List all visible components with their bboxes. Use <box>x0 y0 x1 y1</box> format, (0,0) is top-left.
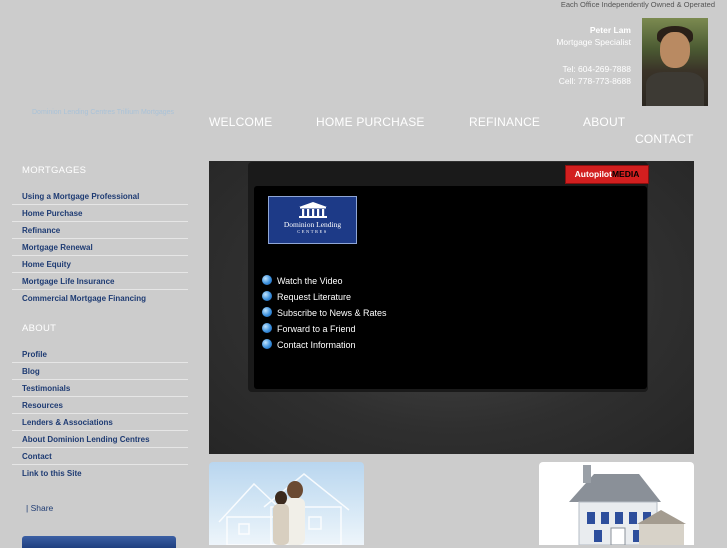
player-menu-item[interactable]: Contact Information <box>262 338 356 352</box>
logo-line-2: CENTRES <box>297 229 328 234</box>
player-menu-item[interactable]: Subscribe to News & Rates <box>262 306 387 320</box>
badge-suffix: MEDIA <box>611 169 640 179</box>
sidebar-item-home-purchase[interactable]: Home Purchase <box>12 205 188 222</box>
agent-cell: Cell: 778-773-8688 <box>558 76 631 86</box>
player-menu-label: Subscribe to News & Rates <box>277 308 387 318</box>
share-widget-bar[interactable] <box>22 536 176 548</box>
sidebar-item-blog[interactable]: Blog <box>12 363 188 380</box>
sidebar-item-link-to-this-site[interactable]: Link to this Site <box>12 465 188 481</box>
sidebar-item-mortgage-life-insurance[interactable]: Mortgage Life Insurance <box>12 273 188 290</box>
player-menu-item[interactable]: Request Literature <box>262 290 351 304</box>
sidebar-item-resources[interactable]: Resources <box>12 397 188 414</box>
agent-name: Peter Lam <box>589 25 631 35</box>
sidebar-about-list: Profile Blog Testimonials Resources Lend… <box>12 346 188 481</box>
sidebar-item-mortgage-renewal[interactable]: Mortgage Renewal <box>12 239 188 256</box>
agent-title: Mortgage Specialist <box>556 37 631 47</box>
house-model-photo <box>539 462 694 545</box>
nav-welcome[interactable]: WELCOME <box>209 115 272 129</box>
sidebar-item-testimonials[interactable]: Testimonials <box>12 380 188 397</box>
nav-contact[interactable]: CONTACT <box>635 132 694 146</box>
player-menu-label: Contact Information <box>277 340 356 350</box>
globe-bullet-icon <box>262 339 272 349</box>
sidebar-item-using-a-mortgage-professional[interactable]: Using a Mortgage Professional <box>12 188 188 205</box>
agent-photo <box>642 18 708 106</box>
dominion-lending-logo: Dominion Lending CENTRES <box>268 196 357 244</box>
office-tagline: Each Office Independently Owned & Operat… <box>560 0 715 9</box>
sidebar-item-profile[interactable]: Profile <box>12 346 188 363</box>
sidebar-item-refinance[interactable]: Refinance <box>12 222 188 239</box>
building-icon <box>298 202 327 218</box>
player-menu-item[interactable]: Forward to a Friend <box>262 322 356 336</box>
player-menu-label: Watch the Video <box>277 276 343 286</box>
sidebar-mortgages-list: Using a Mortgage Professional Home Purch… <box>12 188 188 306</box>
nav-about[interactable]: ABOUT <box>583 115 625 129</box>
badge-prefix: Autopilot <box>574 169 612 179</box>
autopilot-media-badge[interactable]: AutopilotMEDIA <box>565 165 649 184</box>
nav-home-purchase[interactable]: HOME PURCHASE <box>316 115 425 129</box>
agent-info: Peter Lam Mortgage Specialist Tel: 604-2… <box>556 24 631 87</box>
couple-house-photo <box>209 462 364 545</box>
logo-line-1: Dominion Lending <box>283 220 342 229</box>
player-menu-label: Request Literature <box>277 292 352 302</box>
player-menu-item[interactable]: Watch the Video <box>262 274 343 288</box>
sidebar-item-contact[interactable]: Contact <box>12 448 188 465</box>
sidebar-item-home-equity[interactable]: Home Equity <box>12 256 188 273</box>
brand-link[interactable]: Dominion Lending Centres Trillium Mortga… <box>32 109 174 116</box>
sidebar-item-commercial-mortgage-financing[interactable]: Commercial Mortgage Financing <box>12 290 188 306</box>
sidebar-item-lenders-associations[interactable]: Lenders & Associations <box>12 414 188 431</box>
sidebar-item-about-dominion-lending-centres[interactable]: About Dominion Lending Centres <box>12 431 188 448</box>
sidebar-heading-mortgages: MORTGAGES <box>22 165 87 176</box>
share-link[interactable]: | Share <box>26 503 53 513</box>
nav-refinance[interactable]: REFINANCE <box>469 115 540 129</box>
globe-bullet-icon <box>262 307 272 317</box>
player-menu-label: Forward to a Friend <box>277 324 356 334</box>
sidebar-heading-about: ABOUT <box>22 323 57 334</box>
globe-bullet-icon <box>262 291 272 301</box>
agent-tel: Tel: 604-269-7888 <box>562 64 631 74</box>
globe-bullet-icon <box>262 323 272 333</box>
globe-bullet-icon <box>262 275 272 285</box>
